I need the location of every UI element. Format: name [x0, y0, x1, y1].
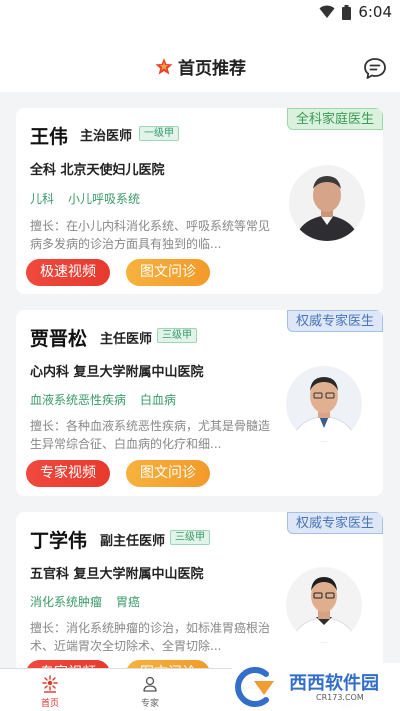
- hospital-grade-badge: 三级甲: [170, 530, 210, 545]
- specialty-tag: 小儿呼吸系统: [68, 192, 141, 206]
- star-badge-icon: [155, 57, 173, 74]
- home-icon: [42, 675, 58, 693]
- tab-experts[interactable]: 专家: [100, 669, 200, 711]
- doctor-name: 贾晋松: [30, 328, 88, 350]
- hospital-grade-badge: 一级甲: [139, 126, 179, 141]
- doctor-department-hospital: 心内科 复旦大学附属中山医院: [30, 365, 204, 380]
- text-consult-button[interactable]: 图文问诊: [126, 460, 210, 487]
- doctor-title: 主治医师: [80, 129, 133, 144]
- doctor-specialties: 血液系统恶性疾病 白血病: [30, 391, 190, 408]
- watermark-text: 西西软件园: [289, 673, 379, 694]
- doctor-avatar: [286, 366, 362, 442]
- specialty-tag: 消化系统肿瘤: [30, 595, 103, 609]
- doctor-type-tag: 权威专家医生: [286, 310, 383, 332]
- doctor-department-hospital: 全科 北京天使妇儿医院: [30, 163, 165, 178]
- tab-label: 专家: [140, 699, 159, 709]
- doctor-avatar: [286, 567, 362, 643]
- status-time: 6:04: [358, 3, 392, 21]
- doctor-title: 主任医师: [100, 332, 153, 347]
- app-header: 首页推荐: [0, 26, 400, 92]
- doctor-description: 擅长：在小儿内科消化系统、呼吸系统等常见病多发病的诊治方面具有独到的临...: [30, 219, 271, 251]
- doctor-card[interactable]: 权威专家医生 丁学伟 副主任医师 三级甲 五官科 复旦大学附属中山医院 消化系统…: [16, 512, 383, 672]
- doctor-name: 王伟: [30, 126, 69, 148]
- specialty-tag: 儿科: [30, 192, 55, 206]
- doctor-card[interactable]: 权威专家医生 贾晋松 主任医师 三级甲 心内科 复旦大学附属中山医院 血液系统恶…: [16, 310, 383, 496]
- page-title: 首页推荐: [178, 59, 246, 79]
- quick-video-button[interactable]: 极速视频: [26, 259, 110, 286]
- status-bar: 6:04: [0, 0, 400, 26]
- site-watermark: 西西软件园 CR173.COM: [232, 663, 400, 711]
- tab-home[interactable]: 首页: [0, 669, 100, 711]
- expert-video-button[interactable]: 专家视频: [26, 460, 110, 487]
- watermark-logo-icon: [235, 667, 274, 707]
- doctor-description: 擅长：消化系统肿瘤的诊治，如标准胃癌根治术、近端胃次全切除术、全胃切除...: [30, 621, 271, 653]
- text-consult-button[interactable]: 图文问诊: [126, 259, 210, 286]
- doctor-specialties: 消化系统肿瘤 胃癌: [30, 593, 154, 610]
- doctor-type-tag: 权威专家医生: [286, 512, 383, 534]
- specialty-tag: 白血病: [140, 393, 177, 407]
- specialty-tag: 血液系统恶性疾病: [30, 393, 127, 407]
- doctor-name: 丁学伟: [30, 530, 88, 552]
- doctor-avatar: [289, 165, 365, 241]
- battery-icon: [342, 4, 352, 20]
- doctor-specialties: 儿科 小儿呼吸系统: [30, 190, 154, 207]
- doctor-card[interactable]: 全科家庭医生 王伟 主治医师 一级甲 全科 北京天使妇儿医院 儿科 小儿呼吸系统 …: [16, 108, 383, 294]
- doctor-type-tag: 全科家庭医生: [286, 108, 383, 130]
- doctor-department-hospital: 五官科 复旦大学附属中山医院: [30, 567, 204, 582]
- specialty-tag: 胃癌: [116, 595, 141, 609]
- doctor-title: 副主任医师: [100, 534, 166, 549]
- doctor-description: 擅长：各种血液系统恶性疾病，尤其是骨髓造生异常综合征、白血病的化疗和细...: [30, 419, 271, 451]
- watermark-url: CR173.COM: [316, 693, 364, 702]
- wifi-icon: [319, 5, 335, 18]
- hospital-grade-badge: 三级甲: [157, 328, 197, 343]
- tab-label: 首页: [40, 699, 59, 709]
- doctor-icon: [143, 676, 157, 692]
- message-icon[interactable]: [362, 56, 388, 82]
